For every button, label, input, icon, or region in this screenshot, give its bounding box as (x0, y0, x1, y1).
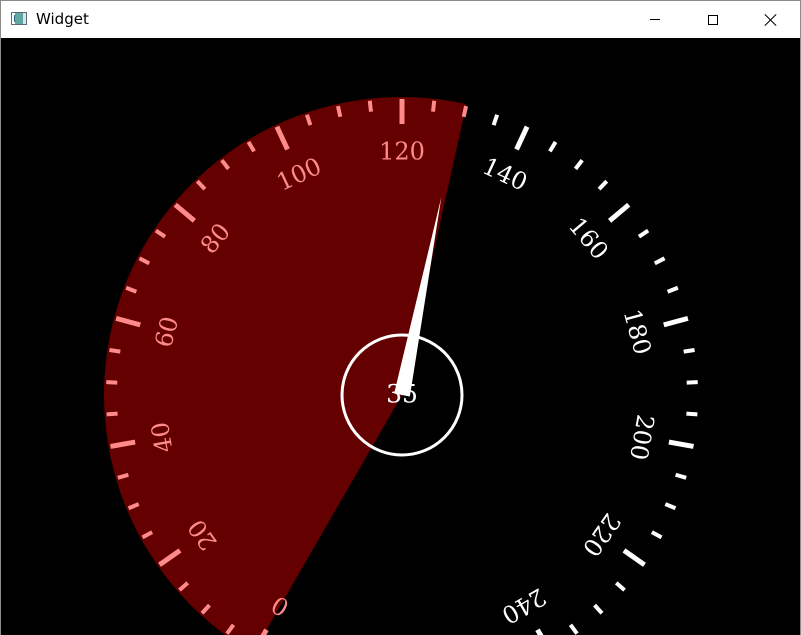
minor-tick (548, 140, 558, 153)
gauge-tick-label: 140 (478, 152, 531, 197)
gauge-tick-label: 240 (497, 582, 551, 629)
gauge-tick-label: 200 (624, 412, 660, 462)
gauge-tick-label: 160 (563, 212, 614, 265)
close-button[interactable] (743, 1, 799, 38)
gauge-tick-label: 40 (146, 420, 179, 455)
major-tick (535, 628, 544, 635)
window-title: Widget (36, 10, 89, 28)
minor-tick (431, 100, 437, 112)
minor-tick (650, 530, 663, 540)
minor-tick (367, 100, 373, 112)
minor-tick (666, 285, 679, 294)
minor-tick (597, 179, 609, 191)
title-bar: Widget (1, 1, 800, 38)
minor-tick (335, 105, 343, 118)
close-icon (764, 13, 778, 27)
minimize-icon (650, 19, 660, 20)
minor-tick (683, 347, 695, 354)
minor-tick (568, 623, 579, 635)
gauge-tick-label: 180 (618, 306, 657, 357)
speed-gauge: 020406080100120140160180200220240 35 (104, 97, 698, 635)
minimize-button[interactable] (627, 1, 683, 38)
window-app-icon (11, 12, 27, 25)
minor-tick (573, 158, 584, 171)
minor-tick (686, 411, 698, 417)
major-tick (514, 125, 530, 151)
minor-tick (461, 105, 469, 118)
gauge-tick-label: 220 (577, 508, 626, 562)
maximize-button[interactable] (685, 1, 741, 38)
minor-tick (106, 411, 118, 417)
minor-tick (614, 581, 626, 592)
major-tick (622, 548, 646, 567)
gauge-canvas: 0 20 40 60 80 100 120 140 160 180 200 220 240 35 (1, 38, 800, 635)
minor-tick (637, 228, 650, 239)
major-tick (607, 202, 631, 223)
minor-tick (664, 502, 677, 511)
gauge-tick-label: 120 (379, 138, 425, 166)
minor-tick (109, 347, 121, 354)
minor-tick (675, 472, 687, 480)
widget-window: Widget 0 20 40 60 80 100 120 140 160 180 200 220 240… (0, 0, 801, 635)
minor-tick (653, 256, 666, 266)
major-tick (668, 439, 694, 449)
minor-tick (491, 114, 500, 126)
maximize-icon (708, 14, 718, 25)
major-tick (663, 315, 689, 328)
center-value-text: 35 (386, 380, 418, 409)
minor-tick (593, 603, 604, 615)
